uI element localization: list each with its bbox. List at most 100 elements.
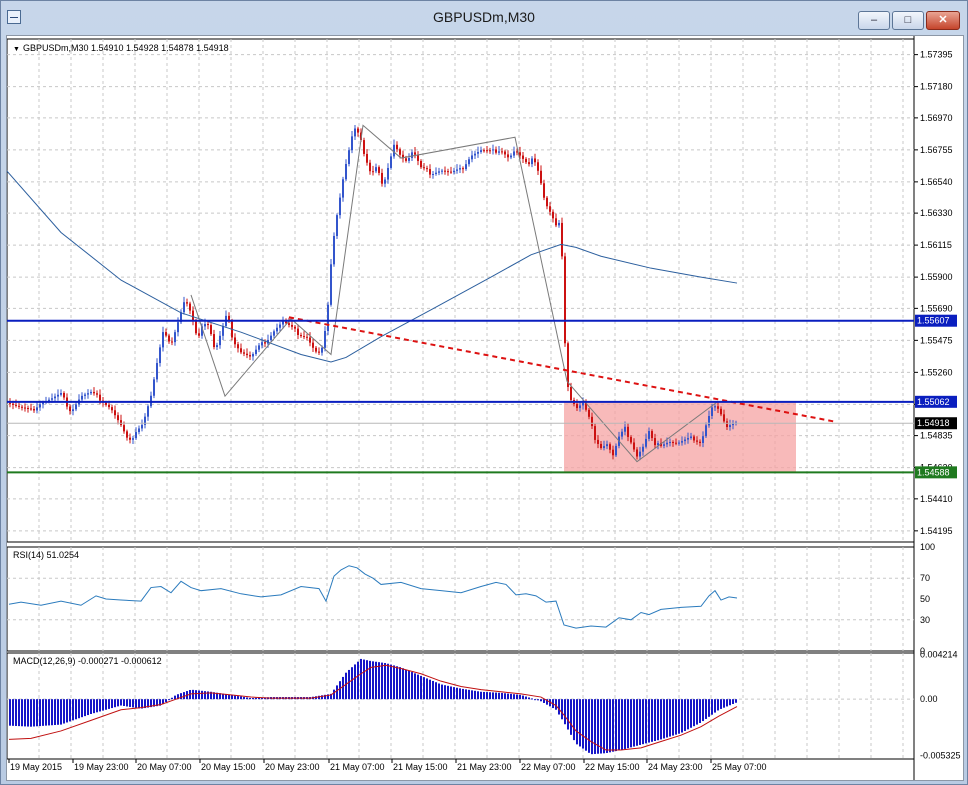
candle-body (555, 218, 557, 226)
candle-body (240, 348, 242, 353)
macd-histogram-bar (474, 690, 476, 700)
macd-histogram-bar (129, 699, 131, 707)
macd-histogram-bar (717, 699, 719, 711)
candle-body (648, 431, 650, 439)
price-tick-label: 1.56115 (920, 240, 952, 250)
macd-histogram-bar (522, 695, 524, 700)
candle-body (504, 151, 506, 155)
candle-body (522, 155, 524, 159)
candle-body (462, 168, 464, 170)
time-tick-label: 25 May 07:00 (712, 762, 767, 772)
macd-histogram-bar (489, 692, 491, 700)
macd-histogram-bar (564, 699, 566, 725)
candle-body (186, 302, 188, 304)
macd-histogram-bar (402, 668, 404, 700)
candle-body (27, 408, 29, 410)
macd-histogram-bar (105, 699, 107, 710)
level-price-label: 1.54588 (917, 467, 950, 477)
macd-histogram-bar (228, 694, 230, 700)
macd-histogram-bar (573, 699, 575, 741)
candle-body (612, 449, 614, 456)
macd-histogram-bar (630, 699, 632, 748)
candle-body (117, 415, 119, 421)
candle-body (264, 342, 266, 344)
minimize-button[interactable]: – (858, 11, 890, 30)
candle-body (174, 332, 176, 343)
window-title: GBPUSDm,M30 (433, 9, 535, 25)
macd-histogram-bar (438, 683, 440, 700)
candle-body (108, 404, 110, 408)
chart-area[interactable]: 1.57395 1.57180 1.56970 1.56755 1.56540 1.563… (5, 35, 964, 781)
close-button[interactable]: ✕ (926, 11, 960, 30)
candle-body (459, 168, 461, 170)
candle-body (252, 354, 254, 357)
macd-histogram-bar (612, 699, 614, 752)
macd-histogram-bar (9, 699, 11, 726)
macd-histogram-bar (369, 660, 371, 700)
candle-body (210, 325, 212, 335)
candle-body (18, 405, 20, 407)
macd-histogram-bar (420, 675, 422, 700)
candle-body (621, 431, 623, 437)
price-tick-label: 1.56330 (920, 208, 953, 218)
macd-histogram-bar (174, 695, 176, 700)
candle-body (120, 420, 122, 426)
candle-body (465, 164, 467, 170)
candle-body (513, 151, 515, 156)
macd-histogram-bar (558, 699, 560, 715)
candle-body (624, 426, 626, 432)
candle-body (582, 402, 584, 406)
candle-body (309, 337, 311, 343)
candle-body (606, 444, 608, 447)
candle-body (378, 167, 380, 173)
macd-histogram-bar (450, 686, 452, 700)
level-price-label: 1.55607 (917, 316, 950, 326)
candle-body (597, 439, 599, 444)
chart-canvas[interactable]: 1.57395 1.57180 1.56970 1.56755 1.56540 1.563… (5, 36, 963, 780)
candle-body (366, 153, 368, 163)
candle-body (453, 170, 455, 173)
macd-histogram-bar (336, 685, 338, 700)
candle-body (669, 442, 671, 444)
candle-body (288, 323, 290, 325)
candle-body (603, 446, 605, 449)
macd-histogram-bar (453, 687, 455, 700)
candle-body (363, 140, 365, 154)
macd-histogram-bar (39, 699, 41, 727)
candle-body (528, 162, 530, 165)
candle-body (609, 444, 611, 450)
macd-histogram-bar (36, 699, 38, 727)
macd-histogram-bar (198, 690, 200, 700)
macd-histogram-bar (84, 699, 86, 717)
macd-histogram-bar (585, 699, 587, 751)
candle-body (390, 156, 392, 168)
candle-body (75, 404, 77, 410)
candle-body (90, 391, 92, 394)
maximize-button[interactable]: □ (892, 11, 924, 30)
title-bar[interactable]: GBPUSDm,M30 – □ ✕ (1, 1, 967, 35)
macd-histogram-bar (555, 699, 557, 710)
time-tick-label: 21 May 07:00 (330, 762, 385, 772)
candle-body (54, 396, 56, 399)
candle-body (249, 355, 251, 357)
candle-body (219, 335, 221, 346)
macd-histogram-bar (384, 663, 386, 700)
candle-body (162, 332, 164, 348)
candle-body (315, 347, 317, 352)
candle-body (414, 152, 416, 155)
macd-histogram-bar (732, 699, 734, 704)
macd-histogram-bar (132, 699, 134, 708)
candle-body (147, 406, 149, 417)
price-tick-label: 1.54195 (920, 526, 953, 536)
macd-histogram-bar (27, 699, 29, 727)
macd-histogram-bar (678, 699, 680, 734)
candle-body (303, 336, 305, 338)
macd-histogram-bar (360, 658, 362, 700)
macd-histogram-bar (621, 699, 623, 750)
candle-body (588, 409, 590, 417)
rsi-tick-label: 30 (920, 615, 930, 625)
macd-histogram-bar (237, 696, 239, 700)
candle-body (375, 167, 377, 172)
price-tick-label: 1.56540 (920, 177, 953, 187)
candle-body (300, 334, 302, 337)
